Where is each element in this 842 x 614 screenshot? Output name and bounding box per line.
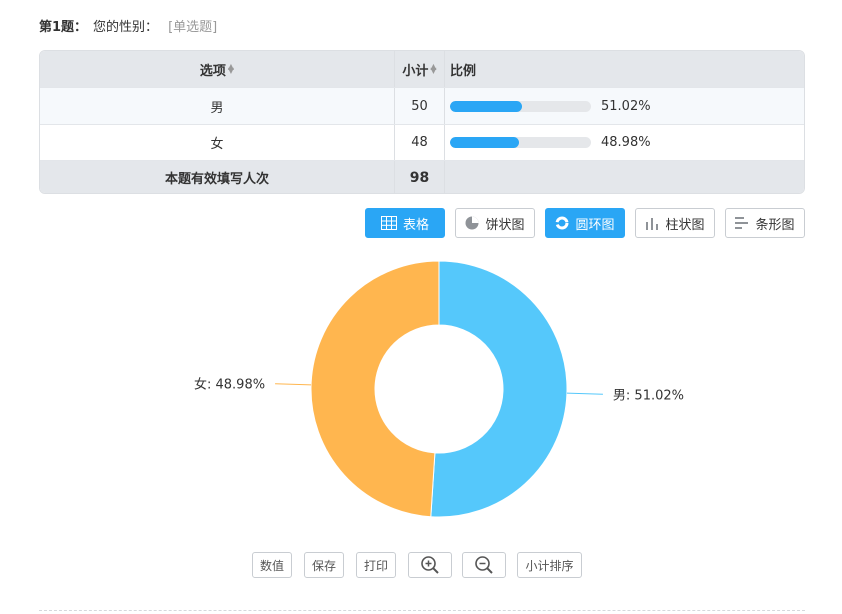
bar-chart-icon — [735, 217, 749, 229]
column-chart-icon — [646, 218, 659, 230]
ratio-bar — [450, 100, 591, 112]
table-icon — [380, 216, 397, 230]
donut-view-button[interactable]: 圆环图 — [545, 208, 625, 238]
question-text: 您的性别： — [93, 20, 159, 35]
print-button[interactable]: 打印 — [356, 552, 396, 578]
total-count: 98 — [395, 161, 445, 193]
sort-by-count-label: 小计排序 — [525, 558, 574, 573]
table-row: 女 48 48.98% — [40, 124, 804, 160]
ratio-bar-fill — [450, 137, 520, 148]
table-total-row: 本题有效填写人次 98 — [40, 160, 804, 193]
values-button-label: 数值 — [259, 558, 284, 573]
ratio-bar-fill — [450, 100, 522, 112]
question-title: 第1题： 您的性别： [单选题] — [39, 19, 217, 37]
label-leader-line — [275, 383, 312, 386]
header-ratio-label: 比例 — [450, 63, 477, 79]
pie-view-label: 饼状图 — [485, 217, 525, 233]
label-leader-line — [566, 392, 603, 395]
column-view-label: 柱状图 — [665, 217, 705, 233]
donut-chart: 男: 51.02% 女: 48.98% — [194, 260, 684, 518]
pie-chart-icon — [465, 216, 479, 230]
donut-slice[interactable] — [310, 260, 440, 518]
results-table: 选项 ▲ ▼ 小计 ▲ ▼ 比例 男 50 51.02% 女 48 48.98% 本… — [39, 50, 805, 194]
question-type: [单选题] — [168, 20, 218, 35]
zoom-out-icon — [475, 556, 493, 574]
sort-icon[interactable]: ▲ ▼ — [430, 63, 436, 75]
sort-by-count-button[interactable]: 小计排序 — [517, 552, 582, 578]
values-button[interactable]: 数值 — [252, 552, 292, 578]
table-view-label: 表格 — [402, 217, 429, 233]
donut-chart-icon — [555, 216, 569, 230]
total-label: 本题有效填写人次 — [40, 161, 395, 193]
bar-view-label: 条形图 — [755, 217, 795, 233]
row-option: 男 — [40, 88, 395, 124]
zoom-out-button[interactable] — [462, 552, 506, 578]
table-header: 选项 ▲ ▼ 小计 ▲ ▼ 比例 — [40, 51, 804, 87]
header-count[interactable]: 小计 ▲ ▼ — [395, 51, 445, 87]
row-percent: 51.02% — [601, 98, 651, 114]
header-option-label: 选项 — [199, 63, 226, 79]
donut-view-label: 圆环图 — [575, 217, 615, 233]
table-view-button[interactable]: 表格 — [365, 208, 445, 238]
sort-icon[interactable]: ▲ ▼ — [228, 63, 234, 75]
header-count-label: 小计 — [402, 63, 429, 79]
row-count: 48 — [395, 125, 445, 160]
section-divider — [39, 610, 805, 611]
row-percent: 48.98% — [601, 135, 651, 150]
question-number: 第1题： — [39, 20, 88, 35]
save-button-label: 保存 — [311, 558, 336, 573]
ratio-bar — [450, 137, 591, 148]
pie-view-button[interactable]: 饼状图 — [455, 208, 535, 238]
data-label: 男: 51.02% — [613, 388, 684, 403]
header-option[interactable]: 选项 ▲ ▼ — [40, 51, 395, 87]
column-view-button[interactable]: 柱状图 — [635, 208, 715, 238]
bar-view-button[interactable]: 条形图 — [725, 208, 805, 238]
table-row: 男 50 51.02% — [40, 87, 804, 124]
data-label: 女: 48.98% — [194, 377, 265, 393]
donut-slice[interactable] — [430, 260, 568, 518]
zoom-in-icon — [421, 556, 439, 574]
print-button-label: 打印 — [363, 558, 388, 573]
zoom-in-button[interactable] — [408, 552, 452, 578]
header-ratio: 比例 — [445, 51, 804, 87]
save-button[interactable]: 保存 — [304, 552, 344, 578]
row-count: 50 — [395, 88, 445, 124]
row-option: 女 — [40, 125, 395, 160]
